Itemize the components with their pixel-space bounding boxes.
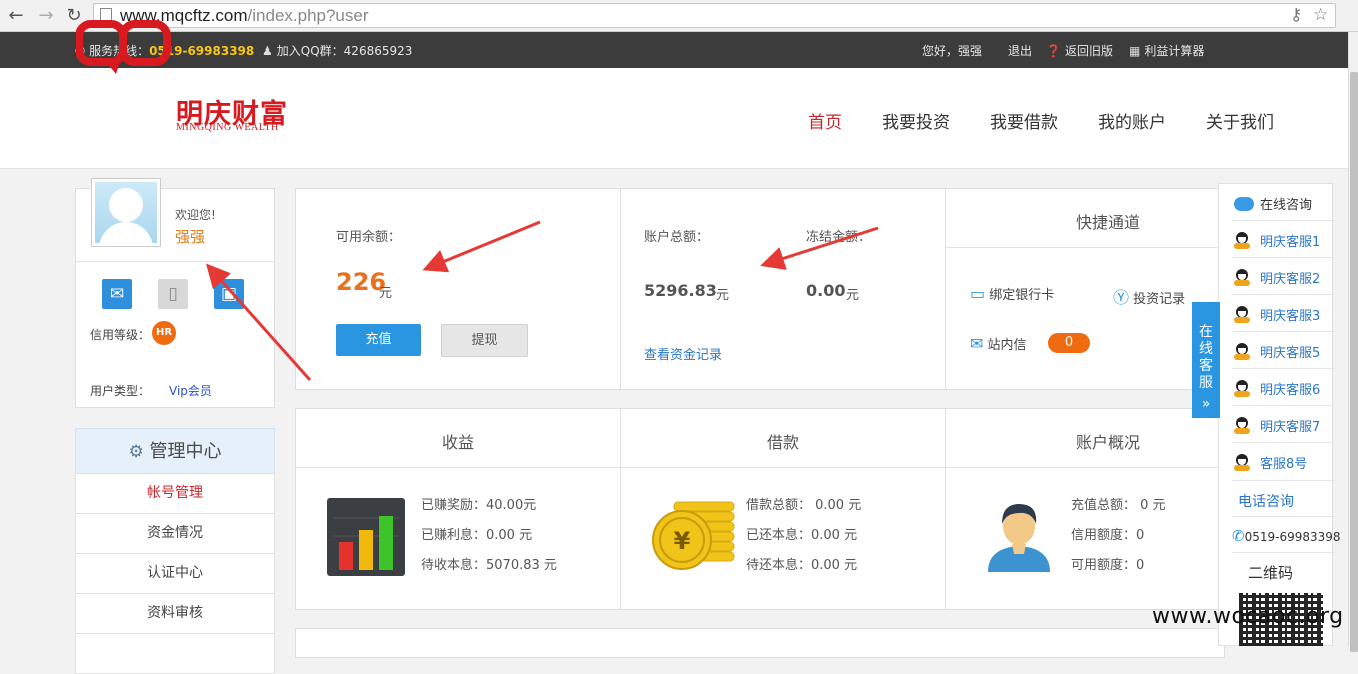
available-unit: 元 xyxy=(379,286,393,301)
nav-invest[interactable]: 我要投资 xyxy=(882,108,950,133)
chat-bubble-icon xyxy=(1234,197,1254,211)
invest-records-link[interactable]: Ⓨ 投资记录 xyxy=(1113,284,1185,308)
qr-title: 二维码 xyxy=(1248,564,1294,582)
id-verify-icon[interactable]: ▣ xyxy=(214,279,244,309)
nav-my-account[interactable]: 我的账户 xyxy=(1098,108,1166,133)
nav-borrow[interactable]: 我要借款 xyxy=(990,108,1058,133)
svg-text:¥: ¥ xyxy=(674,527,691,555)
avatar[interactable] xyxy=(91,178,161,247)
fund-records-link[interactable]: 查看资金记录 xyxy=(644,344,722,363)
qq-penguin-icon xyxy=(1234,343,1250,360)
agent-6-link[interactable]: 明庆客服6 xyxy=(1234,379,1320,398)
next-panel xyxy=(295,628,1225,658)
online-consult: 在线咨询 xyxy=(1234,194,1312,213)
agent-5-link[interactable]: 明庆客服5 xyxy=(1234,342,1320,361)
agent-8-link[interactable]: 客服8号 xyxy=(1234,453,1307,472)
agent-3-link[interactable]: 明庆客服3 xyxy=(1234,305,1320,324)
message-count-badge: 0 xyxy=(1048,333,1090,353)
sidebar-item-funds[interactable]: 资金情况 xyxy=(75,514,275,554)
welcome-text: 欢迎您! xyxy=(175,208,216,222)
envelope-icon: ✉ xyxy=(970,334,984,353)
old-version-link[interactable]: ❓ 返回旧版 xyxy=(1046,42,1113,59)
management-center-header: ⚙ 管理中心 xyxy=(75,428,275,474)
scrollbar[interactable] xyxy=(1348,32,1358,652)
available-limit: 可用额度：0 xyxy=(1071,558,1145,573)
income-interest: 已赚利息：0.00 元 xyxy=(421,528,533,543)
bank-card-icon: ▭ xyxy=(970,284,986,303)
sidebar-item-account[interactable]: 帐号管理 xyxy=(75,474,275,514)
total-label: 账户总额： xyxy=(644,230,710,245)
qq-penguin-icon xyxy=(1234,232,1250,249)
qq-penguin-icon: ♟ xyxy=(262,44,273,58)
top-info-bar: ✆ 服务热线：0519-69983398 ♟ 加入QQ群：426865923 您好，… xyxy=(0,32,1348,68)
back-icon[interactable]: ← xyxy=(6,5,26,26)
income-title: 收益 xyxy=(441,433,474,452)
qq-penguin-icon xyxy=(1234,454,1250,471)
address-bar[interactable]: www.mqcftz.com/index.php?user ⚷ ☆ xyxy=(93,3,1336,28)
messages-link[interactable]: ✉ 站内信 xyxy=(970,334,1027,353)
sidebar-item-certification[interactable]: 认证中心 xyxy=(75,554,275,594)
credit-label: 信用等级： xyxy=(90,328,151,342)
watermark: www.wocaoc.org xyxy=(1152,604,1344,629)
credit-limit: 信用额度：0 xyxy=(1071,528,1145,543)
agent-2-link[interactable]: 明庆客服2 xyxy=(1234,268,1320,287)
available-label: 可用余额： xyxy=(336,230,402,245)
logo-english: MINGQING WEALTH xyxy=(176,122,279,133)
calculator-icon: ▦ xyxy=(1129,44,1141,58)
bookmark-star-icon[interactable]: ☆ xyxy=(1313,5,1328,25)
loan-title: 借款 xyxy=(766,433,799,452)
qq-penguin-icon xyxy=(1234,306,1250,323)
gear-icon: ⚙ xyxy=(128,442,144,462)
income-pending: 待收本息：5070.83 元 xyxy=(421,558,557,573)
online-service-tab[interactable]: 在线客服» xyxy=(1192,302,1220,418)
support-phone: ✆0519-69983398 xyxy=(1232,527,1341,545)
user-profile-icon xyxy=(988,504,1050,572)
double-chevron-icon: » xyxy=(1201,396,1211,412)
coins-icon: ¥ xyxy=(652,501,735,570)
loan-repaid: 已还本息：0.00 元 xyxy=(746,528,858,543)
logout-link[interactable]: 退出 xyxy=(1008,42,1032,59)
forward-icon[interactable]: → xyxy=(36,5,56,26)
yen-circle-icon: Ⓨ xyxy=(1113,288,1130,307)
frozen-label: 冻结金额： xyxy=(806,230,872,245)
qq-penguin-icon xyxy=(1234,417,1250,434)
nav-home[interactable]: 首页 xyxy=(808,108,842,133)
logo-mark-icon[interactable] xyxy=(76,20,172,76)
qq-penguin-icon xyxy=(1234,380,1250,397)
help-icon: ❓ xyxy=(1046,44,1061,58)
user-type-value: Vip会员 xyxy=(169,384,212,398)
recharge-button[interactable]: 充值 xyxy=(336,324,421,356)
qq-group: ♟ 加入QQ群：426865923 xyxy=(262,44,413,58)
agent-1-link[interactable]: 明庆客服1 xyxy=(1234,231,1320,250)
phone-icon: ✆ xyxy=(1232,527,1245,545)
mobile-verify-icon[interactable]: ▯ xyxy=(158,279,188,309)
phone-consult-title: 电话咨询 xyxy=(1238,494,1294,510)
greeting: 您好，强强 xyxy=(922,44,983,58)
qq-penguin-icon xyxy=(1234,269,1250,286)
user-type-label: 用户类型： xyxy=(90,384,151,398)
sidebar-item-review[interactable]: 资料审核 xyxy=(75,594,275,634)
credit-badge: HR xyxy=(152,321,176,345)
total-value: 5296.83 xyxy=(644,281,717,300)
browser-toolbar: ← → ↻ www.mqcftz.com/index.php?user ⚷ ☆ xyxy=(0,0,1358,32)
nav-about[interactable]: 关于我们 xyxy=(1206,108,1274,133)
frozen-unit: 元 xyxy=(846,288,860,303)
bind-card-link[interactable]: ▭ 绑定银行卡 xyxy=(970,284,1054,303)
loan-pending: 待还本息：0.00 元 xyxy=(746,558,858,573)
withdraw-button[interactable]: 提现 xyxy=(441,324,528,357)
key-icon[interactable]: ⚷ xyxy=(1290,5,1302,25)
income-reward: 已赚奖励：40.00元 xyxy=(421,498,537,513)
income-chart-icon xyxy=(327,498,405,576)
agent-7-link[interactable]: 明庆客服7 xyxy=(1234,416,1320,435)
calculator-link[interactable]: ▦ 利益计算器 xyxy=(1129,42,1204,59)
sidebar-item-more[interactable] xyxy=(75,634,275,674)
frozen-value: 0.00 xyxy=(806,281,846,300)
recharge-total: 充值总额： 0 元 xyxy=(1071,498,1166,513)
email-verify-icon[interactable]: ✉ xyxy=(102,279,132,309)
total-unit: 元 xyxy=(716,288,730,303)
username: 强强 xyxy=(175,228,206,246)
loan-total: 借款总额： 0.00 元 xyxy=(746,498,862,513)
